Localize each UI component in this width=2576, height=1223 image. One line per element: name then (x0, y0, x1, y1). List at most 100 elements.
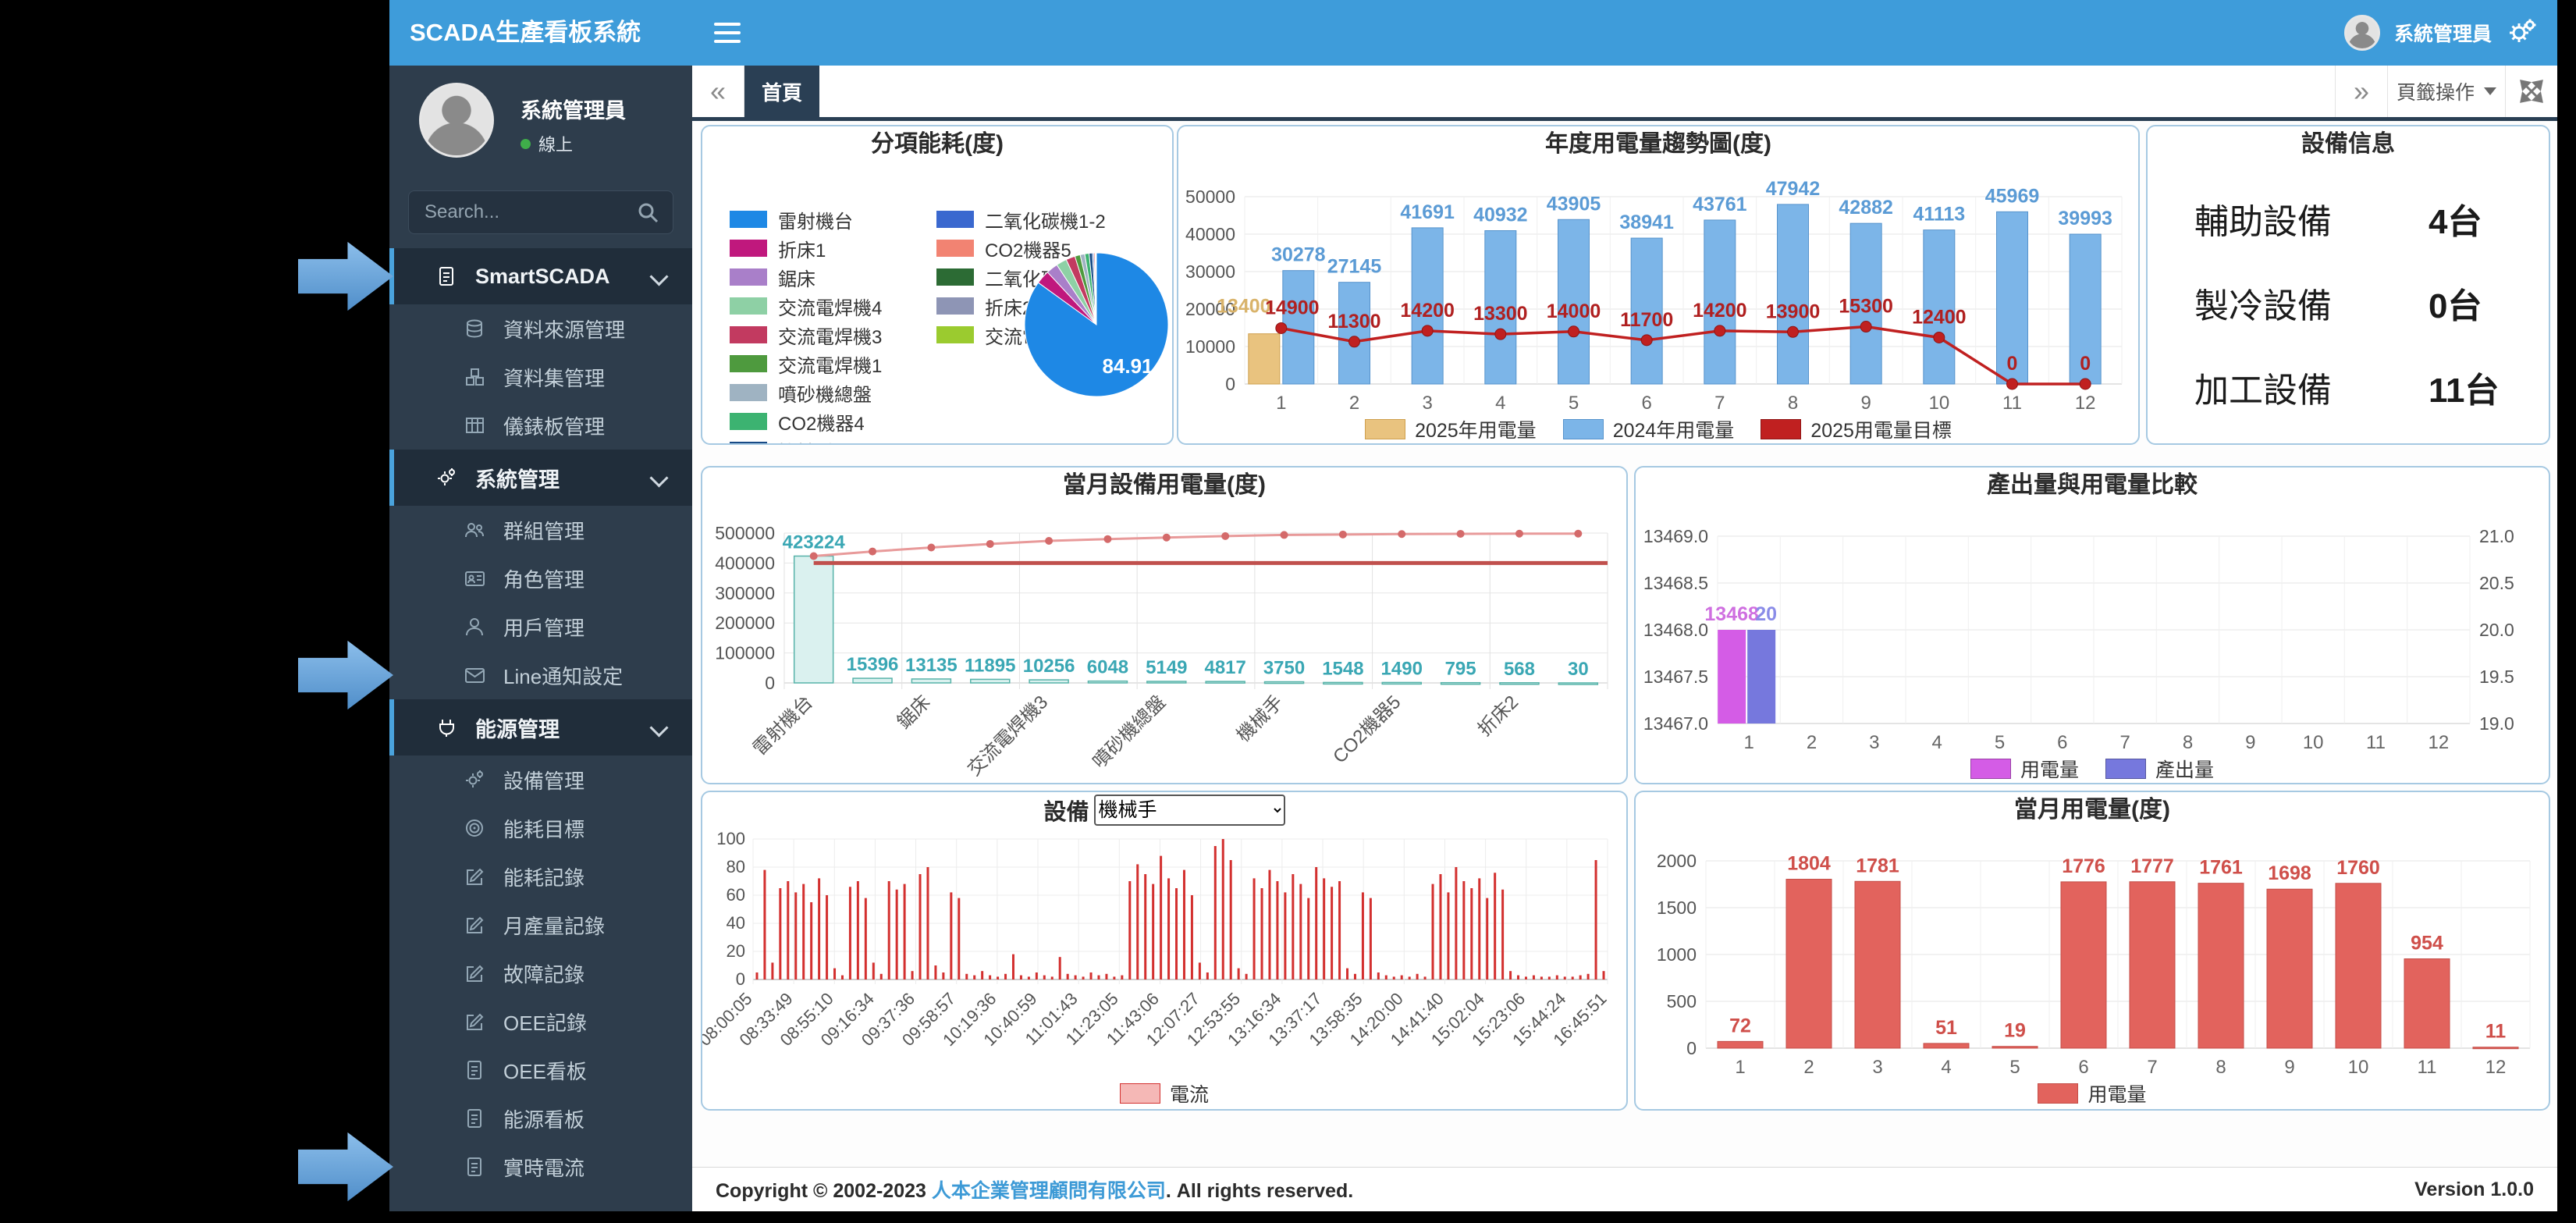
panel-energy-breakdown: 分項能耗(度) 雷射機台折床1鋸床交流電焊機4交流電焊機3交流電焊機1噴砂機總盤… (701, 125, 1174, 445)
legend-swatch (2105, 759, 2146, 779)
menu-toggle-icon[interactable] (714, 17, 741, 48)
search-icon[interactable] (636, 201, 659, 224)
online-status-dot (521, 139, 531, 149)
legend-item[interactable]: 用電量 (1970, 755, 2079, 783)
cumulative-point (1339, 531, 1347, 539)
chevron-down-icon (649, 718, 668, 737)
company-link[interactable]: 人本企業管理顧問有限公司 (932, 1180, 1166, 1202)
sidebar-item-月產量記錄[interactable]: 月產量記錄 (389, 901, 692, 949)
tab-operations-dropdown[interactable]: 頁籤操作 (2387, 66, 2505, 117)
sidebar-item-能耗目標[interactable]: 能耗目標 (389, 804, 692, 852)
sidebar-item-故障記錄[interactable]: 故障記錄 (389, 949, 692, 997)
sidebar-item-資料來源管理[interactable]: 資料來源管理 (389, 304, 692, 353)
bar-value-label: 1490 (1381, 658, 1423, 679)
dashboard-content: 分項能耗(度) 雷射機台折床1鋸床交流電焊機4交流電焊機3交流電焊機1噴砂機總盤… (692, 121, 2557, 1211)
pareto-bar (1500, 683, 1539, 684)
app-brand-title: SCADA生產看板系統 (389, 0, 692, 66)
legend-item[interactable]: 電流 (1120, 1079, 1209, 1107)
annotation-arrow (298, 239, 393, 314)
tabs-scroll-left-icon[interactable]: « (692, 66, 744, 117)
legend-label: 2024年用電量 (1613, 415, 1735, 443)
legend-item[interactable]: 2025年用電量 (1365, 415, 1537, 443)
chart-label: 20.5 (2479, 573, 2514, 593)
target-point (2007, 379, 2018, 389)
bar-value-label: 39993 (2058, 208, 2112, 229)
tab-home[interactable]: 首頁 (744, 66, 819, 117)
mail-icon (464, 665, 488, 686)
device-info-row: 輔助設備 4台 (2148, 194, 2549, 244)
sidebar-item-OEE看板[interactable]: OEE看板 (389, 1046, 692, 1094)
bar-2024 (1778, 204, 1809, 384)
legend-swatch (1120, 1083, 1160, 1104)
sidebar-item-角色管理[interactable]: 角色管理 (389, 554, 692, 603)
bar-value-label: 30 (1568, 659, 1589, 680)
chart-label: 0 (765, 673, 775, 693)
legend-label: 電流 (1170, 1079, 1209, 1107)
sidebar-item-label: 用戶管理 (503, 613, 584, 642)
bar-2025 (1249, 334, 1280, 384)
chart-label: 3 (1869, 732, 1879, 753)
chart-label: 1500 (1657, 898, 1697, 918)
compare-chart: 13467.019.013467.519.513468.020.013468.5… (1636, 500, 2550, 755)
navbar-username[interactable]: 系統管理員 (2394, 19, 2492, 47)
sidebar-section-SmartSCADA[interactable]: SmartSCADA (389, 248, 692, 304)
sidebar-section-label: 能源管理 (475, 713, 560, 743)
bar-value-label: 954 (2411, 933, 2443, 955)
x-axis-label: 交流電焊機3 (964, 691, 1052, 780)
panel-realtime-current: 設備 機械手 02040608010008:00:0508:33:4908:55… (701, 791, 1628, 1111)
tabs-scroll-right-icon[interactable]: » (2335, 66, 2387, 117)
sidebar-item-Line通知設定[interactable]: Line通知設定 (389, 651, 692, 699)
sidebar-item-能源看板[interactable]: 能源看板 (389, 1094, 692, 1143)
search-input[interactable] (408, 190, 673, 234)
legend-item[interactable]: 2025用電量目標 (1761, 415, 1952, 443)
sidebar-user-block: 系統管理員 線上 (389, 66, 692, 183)
chart-label: 9 (1860, 393, 1871, 414)
main-area: 系統管理員 « 首頁 » 頁籤操作 (692, 0, 2557, 1211)
legend-item[interactable]: 用電量 (2038, 1079, 2146, 1107)
sidebar-item-能耗記錄[interactable]: 能耗記錄 (389, 852, 692, 901)
sidebar-section-系統管理[interactable]: 系統管理 (389, 450, 692, 506)
sidebar-item-儀錶板管理[interactable]: 儀錶板管理 (389, 401, 692, 450)
bar-value-label: 1760 (2336, 857, 2380, 879)
sidebar-item-設備管理[interactable]: 設備管理 (389, 755, 692, 804)
sidebar-item-用戶管理[interactable]: 用戶管理 (389, 603, 692, 651)
bar-value-label: 15396 (847, 654, 899, 675)
annual-chart: 0100002000030000400005000030278271454169… (1178, 159, 2140, 415)
app-window: SCADA生產看板系統 系統管理員 線上 SmartSCADA資料來源管理資料集… (389, 0, 2557, 1211)
pareto-bar (911, 679, 950, 683)
bar-value-label: 4817 (1204, 657, 1245, 678)
legend-item[interactable]: 2024年用電量 (1563, 415, 1735, 443)
tabbar-spacer (819, 66, 2335, 117)
device-select[interactable]: 機械手 (1094, 795, 1285, 826)
x-axis-label: 噴砂機總盤 (1089, 691, 1170, 773)
cumulative-point (1281, 531, 1288, 539)
chart-label: 50000 (1185, 187, 1235, 207)
device-info-label: 製冷設備 (2194, 278, 2429, 328)
sidebar-item-label: OEE看板 (503, 1056, 587, 1085)
x-axis-label: 鋸床 (894, 691, 935, 733)
edit-icon (464, 963, 488, 984)
cumulative-point (1398, 530, 1405, 538)
pareto-chart-canvas: 0100000200000300000400000500000423224153… (702, 500, 1626, 783)
navbar-avatar[interactable] (2344, 15, 2380, 51)
footer: Copyright © 2002-2023 人本企業管理顧問有限公司. All … (692, 1167, 2557, 1211)
sidebar-item-實時電流[interactable]: 實時電流 (389, 1143, 692, 1191)
pareto-bar (1147, 681, 1186, 683)
monthly-bar (1855, 881, 1900, 1048)
pareto-bar (1324, 682, 1363, 684)
current-chart-legend: 電流 (702, 1079, 1626, 1107)
sidebar-item-群組管理[interactable]: 群組管理 (389, 506, 692, 554)
gears-icon[interactable] (2506, 17, 2537, 48)
bar-value-label: 47942 (1766, 178, 1821, 200)
sidebar-item-資料集管理[interactable]: 資料集管理 (389, 353, 692, 401)
bar-usage (1718, 630, 1746, 723)
sidebar-section-能源管理[interactable]: 能源管理 (389, 699, 692, 755)
fullscreen-icon[interactable] (2505, 66, 2557, 117)
sidebar-item-OEE記錄[interactable]: OEE記錄 (389, 997, 692, 1046)
chart-label: 6 (1641, 393, 1651, 414)
user-avatar (419, 83, 494, 158)
panel-device-monthly-usage: 當月設備用電量(度) 01000002000003000004000005000… (701, 466, 1628, 784)
legend-item[interactable]: 產出量 (2105, 755, 2214, 783)
user-status: 線上 (521, 131, 573, 156)
monthly-bar (1924, 1043, 1969, 1048)
